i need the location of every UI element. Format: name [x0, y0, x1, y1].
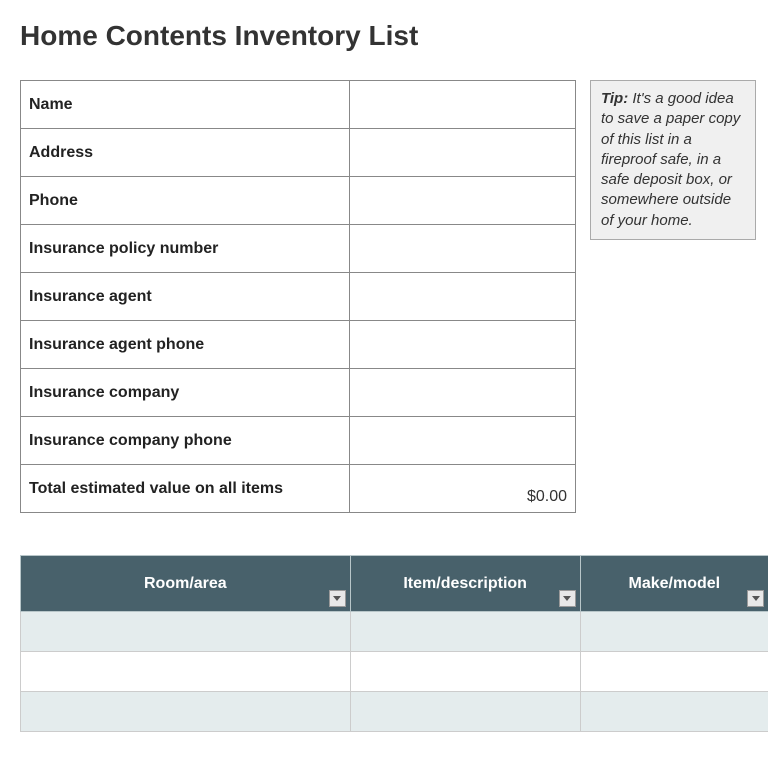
column-label-item: Item/description	[403, 575, 527, 592]
input-address[interactable]	[350, 129, 576, 177]
input-company-phone[interactable]	[350, 417, 576, 465]
input-company[interactable]	[350, 369, 576, 417]
label-name: Name	[21, 81, 350, 129]
label-company-phone: Insurance company phone	[21, 417, 350, 465]
info-table: Name Address Phone Insurance policy numb…	[20, 80, 576, 513]
cell-item[interactable]	[350, 652, 580, 692]
cell-room[interactable]	[21, 692, 351, 732]
label-policy-number: Insurance policy number	[21, 225, 350, 273]
cell-room[interactable]	[21, 612, 351, 652]
items-table: Room/area Item/description Make/model	[20, 555, 768, 732]
label-total: Total estimated value on all items	[21, 465, 350, 513]
tip-label: Tip:	[601, 90, 628, 107]
value-total: $0.00	[350, 465, 576, 513]
cell-make[interactable]	[580, 692, 768, 732]
page-title: Home Contents Inventory List	[20, 20, 768, 52]
cell-make[interactable]	[580, 612, 768, 652]
input-agent-phone[interactable]	[350, 321, 576, 369]
label-agent: Insurance agent	[21, 273, 350, 321]
label-company: Insurance company	[21, 369, 350, 417]
input-phone[interactable]	[350, 177, 576, 225]
column-header-make: Make/model	[580, 556, 768, 612]
column-header-room: Room/area	[21, 556, 351, 612]
cell-item[interactable]	[350, 612, 580, 652]
label-agent-phone: Insurance agent phone	[21, 321, 350, 369]
dropdown-icon[interactable]	[747, 590, 764, 607]
input-agent[interactable]	[350, 273, 576, 321]
top-section: Name Address Phone Insurance policy numb…	[20, 80, 768, 513]
dropdown-icon[interactable]	[559, 590, 576, 607]
cell-make[interactable]	[580, 652, 768, 692]
column-label-room: Room/area	[144, 575, 227, 592]
cell-room[interactable]	[21, 652, 351, 692]
cell-item[interactable]	[350, 692, 580, 732]
label-phone: Phone	[21, 177, 350, 225]
column-label-make: Make/model	[629, 575, 721, 592]
input-policy-number[interactable]	[350, 225, 576, 273]
column-header-item: Item/description	[350, 556, 580, 612]
tip-text: It's a good idea to save a paper copy of…	[601, 90, 740, 229]
input-name[interactable]	[350, 81, 576, 129]
label-address: Address	[21, 129, 350, 177]
tip-box: Tip: It's a good idea to save a paper co…	[590, 80, 756, 240]
dropdown-icon[interactable]	[329, 590, 346, 607]
